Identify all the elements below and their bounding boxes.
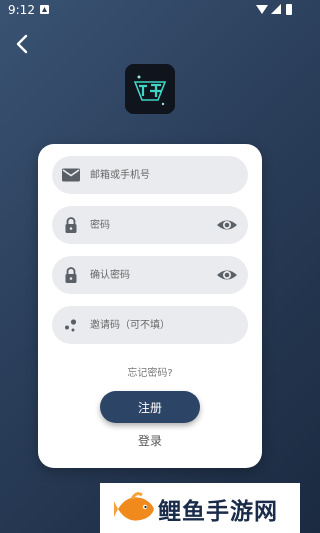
status-bar: 9:12: [0, 0, 300, 20]
notification-icon: [40, 5, 49, 14]
bubbles-icon: [61, 315, 81, 335]
login-link[interactable]: 登录: [38, 432, 262, 449]
lock-icon: [61, 215, 81, 235]
eye-icon[interactable]: [216, 265, 238, 285]
register-card: 忘记密码? 注册 登录: [38, 144, 262, 468]
forgot-password-link[interactable]: 忘记密码?: [38, 364, 262, 379]
register-button[interactable]: 注册: [100, 391, 200, 423]
watermark-text: 鲤鱼手游网: [158, 499, 278, 525]
fish-icon: [114, 492, 154, 521]
back-arrow-icon: [16, 34, 28, 54]
confirm-password-input[interactable]: [90, 256, 210, 294]
watermark-banner: 鲤鱼手游网: [100, 483, 300, 533]
password-field: [52, 206, 248, 244]
invite-code-input[interactable]: [90, 306, 210, 344]
back-button[interactable]: [12, 33, 34, 55]
email-input[interactable]: [90, 156, 210, 194]
password-input[interactable]: [90, 206, 210, 244]
signal-icon: [271, 4, 281, 14]
eye-icon[interactable]: [216, 215, 238, 235]
email-field: [52, 156, 248, 194]
invite-code-field: [52, 306, 248, 344]
mail-icon: [61, 165, 81, 185]
battery-icon: [286, 4, 292, 15]
status-time: 9:12: [8, 3, 35, 17]
wifi-icon: [256, 5, 268, 14]
app-logo: [125, 64, 175, 114]
lock-icon: [61, 265, 81, 285]
confirm-password-field: [52, 256, 248, 294]
